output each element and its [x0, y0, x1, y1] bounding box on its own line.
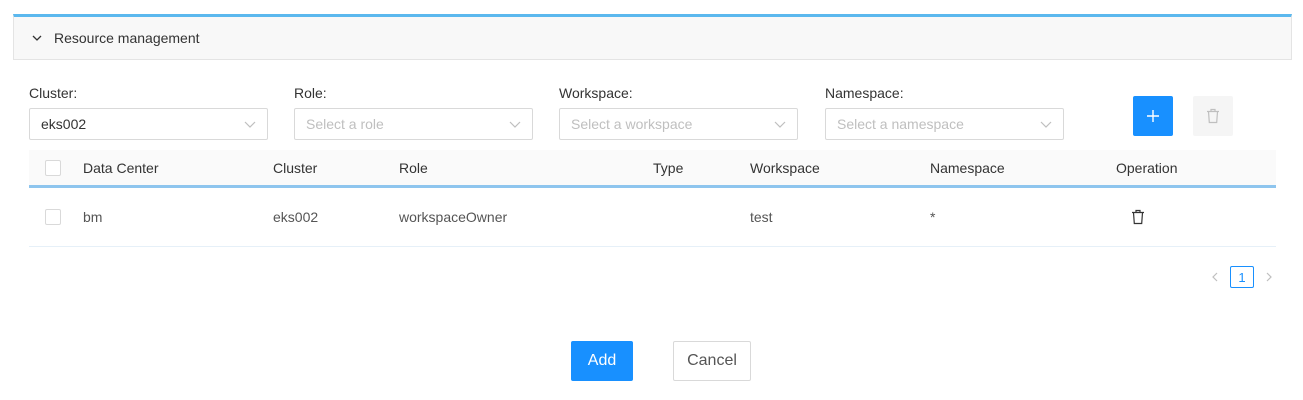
chevron-down-icon — [1040, 121, 1052, 128]
panel-header[interactable]: Resource management — [14, 17, 1291, 59]
row-delete-button[interactable] — [1131, 188, 1145, 246]
role-select[interactable]: Select a role — [294, 108, 533, 140]
table-header: Data Center Cluster Role Type Workspace … — [29, 150, 1276, 188]
cell-role: workspaceOwner — [399, 209, 508, 225]
cluster-field: Cluster: eks002 — [29, 84, 268, 140]
add-button[interactable]: Add — [571, 341, 633, 381]
role-select-placeholder: Select a role — [306, 116, 384, 132]
namespace-select-placeholder: Select a namespace — [837, 116, 964, 132]
next-page-icon[interactable] — [1262, 270, 1276, 284]
header-workspace: Workspace — [750, 159, 820, 176]
cell-data-center: bm — [83, 209, 103, 225]
resource-management-panel: Resource management — [13, 14, 1292, 60]
workspace-label: Workspace: — [559, 85, 633, 101]
header-cluster: Cluster — [273, 159, 318, 176]
cell-cluster: eks002 — [273, 209, 319, 225]
chevron-down-icon — [774, 121, 786, 128]
cancel-button[interactable]: Cancel — [673, 341, 751, 381]
resource-table: Data Center Cluster Role Type Workspace … — [29, 150, 1276, 247]
plus-icon — [1147, 110, 1159, 122]
add-row-button[interactable] — [1133, 96, 1173, 136]
trash-icon — [1207, 108, 1219, 124]
workspace-select[interactable]: Select a workspace — [559, 108, 798, 140]
namespace-select[interactable]: Select a namespace — [825, 108, 1064, 140]
prev-page-icon[interactable] — [1208, 270, 1222, 284]
cell-namespace: * — [930, 209, 936, 225]
page-1-button[interactable]: 1 — [1230, 266, 1254, 288]
chevron-down-icon — [244, 121, 256, 128]
header-data-center: Data Center — [83, 159, 159, 176]
cluster-select-value: eks002 — [41, 116, 87, 132]
row-checkbox[interactable] — [45, 209, 61, 225]
header-operation: Operation — [1116, 159, 1178, 176]
role-label: Role: — [294, 85, 327, 101]
workspace-field: Workspace: Select a workspace — [559, 84, 798, 140]
header-type: Type — [653, 159, 684, 176]
workspace-select-placeholder: Select a workspace — [571, 116, 693, 132]
cluster-label: Cluster: — [29, 85, 78, 101]
pagination: 1 — [1208, 266, 1276, 288]
chevron-down-icon — [509, 121, 521, 128]
trash-icon — [1132, 209, 1144, 225]
delete-row-button[interactable] — [1193, 96, 1233, 136]
cell-workspace: test — [750, 209, 773, 225]
select-all-checkbox[interactable] — [45, 159, 61, 176]
header-role: Role — [399, 159, 428, 176]
role-field: Role: Select a role — [294, 84, 533, 140]
panel-title: Resource management — [54, 30, 200, 46]
table-row: bm eks002 workspaceOwner test * — [29, 188, 1276, 247]
namespace-label: Namespace: — [825, 85, 904, 101]
namespace-field: Namespace: Select a namespace — [825, 84, 1064, 140]
header-namespace: Namespace — [930, 159, 1005, 176]
chevron-down-icon[interactable] — [30, 31, 44, 45]
cluster-select[interactable]: eks002 — [29, 108, 268, 140]
